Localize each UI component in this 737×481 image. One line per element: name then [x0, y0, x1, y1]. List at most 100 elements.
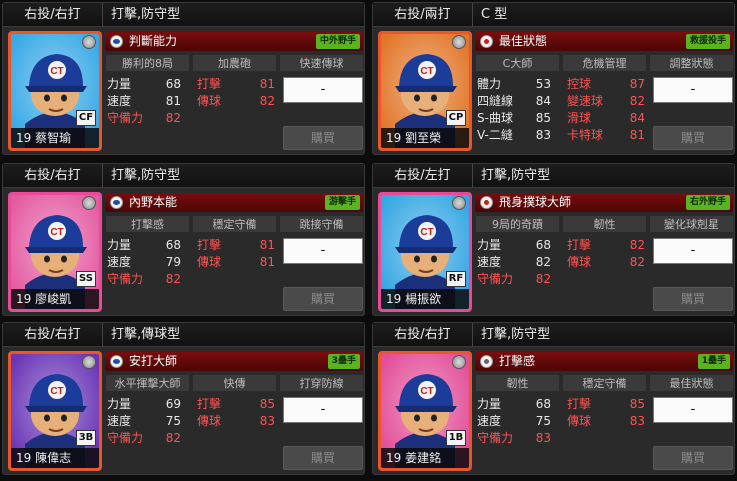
- settings-gear-icon[interactable]: [82, 35, 96, 49]
- sub-skills-row: 韌性 穩定守備 最佳狀態: [475, 374, 734, 392]
- sub-skill-slot[interactable]: 快傳: [192, 374, 277, 392]
- stat-label: 速度: [107, 414, 132, 428]
- stat-value: 82: [535, 272, 551, 286]
- position-role-badge: 游擊手: [324, 195, 360, 210]
- position-badge: CF: [76, 110, 96, 126]
- player-portrait[interactable]: CT 3B 19 陳偉志: [11, 354, 99, 468]
- player-card: 右投/右打 打擊,防守型 CT SS 19 廖峻凱 內野本能 游擊手 打擊感 穩定守備 跳接守…: [2, 163, 365, 316]
- main-skill-bar[interactable]: 最佳狀態 救援投手: [475, 32, 733, 51]
- sub-skill-slot[interactable]: 加農砲: [192, 54, 277, 72]
- player-number: 19: [386, 131, 402, 145]
- stat-label: V-二縫: [477, 128, 513, 142]
- settings-gear-icon[interactable]: [452, 35, 466, 49]
- settings-gear-icon[interactable]: [82, 355, 96, 369]
- position-role-badge: 右外野手: [685, 195, 730, 210]
- stat-row: 打擊 85: [195, 396, 281, 413]
- main-skill-bar[interactable]: 內野本能 游擊手: [105, 193, 363, 212]
- player-type: 打擊,傳球型: [111, 327, 181, 342]
- player-number: 19: [386, 292, 402, 306]
- sub-skill-slot[interactable]: 最佳狀態: [649, 374, 734, 392]
- sub-skill-slot[interactable]: 跳接守備: [279, 215, 364, 233]
- quantity-dropdown[interactable]: -: [653, 77, 733, 103]
- player-number: 19: [16, 292, 32, 306]
- main-skill-bar[interactable]: 判斷能力 中外野手: [105, 32, 363, 51]
- stat-label: 四縫線: [477, 94, 514, 108]
- buy-button[interactable]: 購買: [283, 126, 363, 150]
- skill-icon: [110, 35, 123, 48]
- stat-row: 打擊 81: [195, 76, 281, 93]
- quantity-dropdown[interactable]: -: [653, 397, 733, 423]
- stat-row: 四縫線 84: [475, 93, 561, 110]
- stat-label: 打擊: [197, 397, 222, 411]
- stat-value: 79: [165, 255, 181, 269]
- buy-button[interactable]: 購買: [283, 287, 363, 311]
- stat-row: 傳球 83: [195, 413, 281, 430]
- stat-label: 守備力: [477, 272, 514, 286]
- main-skill-bar[interactable]: 打擊感 1壘手: [475, 352, 733, 371]
- stat-value: 84: [535, 94, 551, 108]
- quantity-dropdown[interactable]: -: [283, 238, 363, 264]
- sub-skill-slot[interactable]: 穩定守備: [192, 215, 277, 233]
- sub-skill-slot[interactable]: 韌性: [475, 374, 560, 392]
- stat-row: 力量 69: [105, 396, 191, 413]
- settings-gear-icon[interactable]: [452, 196, 466, 210]
- main-skill-name: 最佳狀態: [499, 34, 548, 48]
- player-portrait[interactable]: CT SS 19 廖峻凱: [11, 195, 99, 309]
- buy-button[interactable]: 購買: [653, 287, 733, 311]
- buy-button[interactable]: 購買: [653, 446, 733, 470]
- skill-icon: [480, 196, 493, 209]
- sub-skill-slot[interactable]: 變化球剋星: [649, 215, 734, 233]
- settings-gear-icon[interactable]: [82, 196, 96, 210]
- sub-skill-slot[interactable]: 快速傳球: [279, 54, 364, 72]
- player-portrait[interactable]: CT CF 19 蔡智瑜: [11, 34, 99, 148]
- skill-icon: [480, 35, 493, 48]
- player-name-text: 楊振欲: [405, 292, 442, 306]
- main-skill-bar[interactable]: 安打大師 3壘手: [105, 352, 363, 371]
- sub-skills-row: 勝利的8局 加農砲 快速傳球: [105, 54, 364, 72]
- sub-skill-slot[interactable]: 打擊感: [105, 215, 190, 233]
- player-portrait[interactable]: CT 1B 19 姜建銘: [381, 354, 469, 468]
- player-type: 打擊,防守型: [111, 168, 181, 183]
- quantity-dropdown[interactable]: -: [283, 397, 363, 423]
- quantity-dropdown[interactable]: -: [653, 238, 733, 264]
- quantity-dropdown[interactable]: -: [283, 77, 363, 103]
- stat-label: 守備力: [107, 111, 144, 125]
- sub-skill-slot[interactable]: 穩定守備: [562, 374, 647, 392]
- sub-skill-slot[interactable]: 韌性: [562, 215, 647, 233]
- stat-label: 力量: [107, 397, 132, 411]
- sub-skill-slot[interactable]: 危機管理: [562, 54, 647, 72]
- stat-row: 速度 81: [105, 93, 191, 110]
- throw-bat-hand: 右投/左打: [373, 164, 473, 188]
- buy-button[interactable]: 購買: [653, 126, 733, 150]
- stat-value: 82: [259, 94, 275, 108]
- stat-row: 力量 68: [105, 76, 191, 93]
- sub-skill-slot[interactable]: 調整狀態: [649, 54, 734, 72]
- throw-bat-hand: 右投/右打: [373, 323, 473, 347]
- stat-label: 打擊: [197, 238, 222, 252]
- player-card: 右投/右打 打擊,防守型 CT CF 19 蔡智瑜 判斷能力 中外野手 勝利的8局 加農砲快…: [2, 2, 365, 155]
- player-portrait[interactable]: CT RF 19 楊振欲: [381, 195, 469, 309]
- player-portrait[interactable]: CT CP 19 劉至榮: [381, 34, 469, 148]
- stat-label: 卡特球: [567, 128, 604, 142]
- sub-skill-slot[interactable]: 打穿防線: [279, 374, 364, 392]
- settings-gear-icon[interactable]: [452, 355, 466, 369]
- portrait-frame: CT SS 19 廖峻凱: [8, 192, 102, 312]
- stat-row: S-曲球 85: [475, 110, 561, 127]
- main-skill-bar[interactable]: 飛身撲球大師 右外野手: [475, 193, 733, 212]
- sub-skill-slot[interactable]: 勝利的8局: [105, 54, 190, 72]
- position-badge: 3B: [76, 430, 96, 446]
- sub-skill-slot[interactable]: 水平揮擊大師: [105, 374, 190, 392]
- stat-value: 83: [629, 414, 645, 428]
- buy-button[interactable]: 購買: [283, 446, 363, 470]
- stat-row: V-二縫 83: [475, 127, 561, 144]
- player-card: 右投/右打 打擊,傳球型 CT 3B 19 陳偉志 安打大師 3壘手 水平揮擊大師 快傳 打穿…: [2, 322, 365, 475]
- svg-text:CT: CT: [50, 386, 63, 397]
- throw-bat-hand: 右投/右打: [3, 323, 103, 347]
- stat-value: 84: [629, 111, 645, 125]
- stat-row: 守備力 82: [105, 430, 191, 447]
- stat-label: 傳球: [197, 94, 222, 108]
- sub-skill-slot[interactable]: C大師: [475, 54, 560, 72]
- stat-row: 傳球 82: [565, 254, 651, 271]
- sub-skill-slot[interactable]: 9局的奇蹟: [475, 215, 560, 233]
- player-stats: 力量 68 打擊 82 速度 82 傳球 82 守備力 82: [475, 237, 651, 297]
